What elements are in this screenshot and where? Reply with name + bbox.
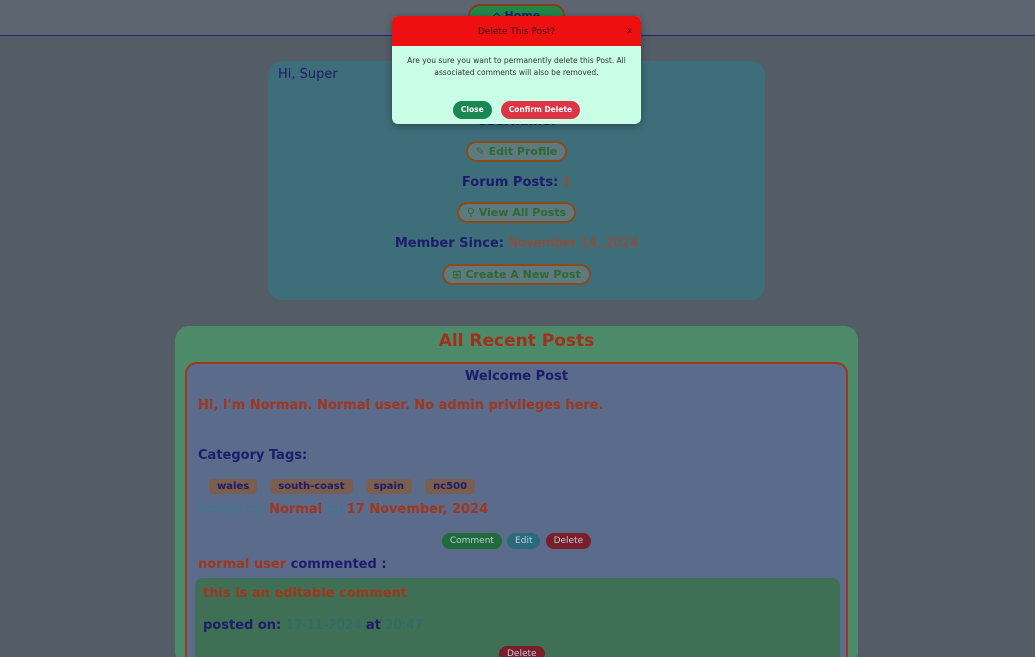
member-since-row: Member Since: November 14, 2024 bbox=[394, 236, 639, 251]
delete-post-modal: Delete This Post? x Are you sure you wan… bbox=[392, 16, 641, 124]
modal-title: Delete This Post? bbox=[477, 27, 556, 37]
create-post-row: ⊞ Create A New Post bbox=[268, 264, 765, 285]
modal-message: Are you sure you want to permanently del… bbox=[407, 56, 626, 77]
greeting: Hi, Super bbox=[278, 67, 338, 82]
binoculars-icon: ⚲ bbox=[466, 206, 479, 219]
tag[interactable]: nc500 bbox=[425, 479, 476, 494]
comment-meta: posted on: 17-11-2024 at 20:47 bbox=[203, 618, 423, 633]
recent-posts-title: All Recent Posts bbox=[438, 331, 595, 351]
plus-square-icon: ⊞ bbox=[452, 268, 466, 281]
comment-header: normal user commented : bbox=[198, 557, 387, 572]
modal-footer: Close Confirm Delete bbox=[392, 97, 641, 119]
edit-profile-row: ✎ Edit Profile bbox=[268, 141, 765, 162]
comment-delete-button[interactable]: Delete bbox=[499, 646, 545, 657]
post-author: Normal bbox=[269, 502, 323, 517]
comment-text: this is an editable comment bbox=[203, 586, 408, 601]
comment-box: this is an editable comment posted on: 1… bbox=[195, 578, 840, 657]
recent-posts-section: All Recent Posts Welcome Post Hi, I'm No… bbox=[175, 326, 858, 657]
modal-header: Delete This Post? x bbox=[392, 16, 641, 46]
close-button[interactable]: Close bbox=[452, 101, 492, 119]
view-all-posts-button[interactable]: ⚲ View All Posts bbox=[456, 202, 577, 223]
delete-button[interactable]: Delete bbox=[545, 533, 592, 549]
comment-date: 17-11-2024 bbox=[285, 618, 362, 633]
post-card: Welcome Post Hi, I'm Norman. Normal user… bbox=[185, 362, 848, 657]
tag[interactable]: south-coast bbox=[270, 479, 353, 494]
tag-list: wales south-coast spain nc500 bbox=[209, 474, 483, 494]
comment-button[interactable]: Comment bbox=[441, 533, 502, 549]
user-edit-icon: ✎ bbox=[475, 145, 489, 158]
post-meta: Posted by: Normal on 17 November, 2024 bbox=[198, 502, 489, 517]
post-actions: Comment Edit Delete bbox=[187, 528, 846, 549]
view-all-row: ⚲ View All Posts bbox=[268, 202, 765, 223]
create-post-button[interactable]: ⊞ Create A New Post bbox=[442, 264, 591, 285]
confirm-delete-button[interactable]: Confirm Delete bbox=[500, 101, 581, 119]
forum-posts-row: Forum Posts: 1 bbox=[461, 175, 572, 190]
edit-profile-button[interactable]: ✎ Edit Profile bbox=[465, 141, 568, 162]
post-title: Welcome Post bbox=[464, 369, 569, 384]
comment-author: normal user bbox=[198, 557, 287, 572]
edit-button[interactable]: Edit bbox=[507, 533, 541, 549]
category-tags-label: Category Tags: bbox=[198, 448, 308, 463]
tag[interactable]: wales bbox=[209, 479, 258, 494]
post-body: Hi, I'm Norman. Normal user. No admin pr… bbox=[198, 398, 604, 413]
comment-time: 20:47 bbox=[385, 618, 423, 633]
tag[interactable]: spain bbox=[365, 479, 413, 494]
close-icon[interactable]: x bbox=[627, 26, 632, 36]
post-date: 17 November, 2024 bbox=[346, 502, 489, 517]
